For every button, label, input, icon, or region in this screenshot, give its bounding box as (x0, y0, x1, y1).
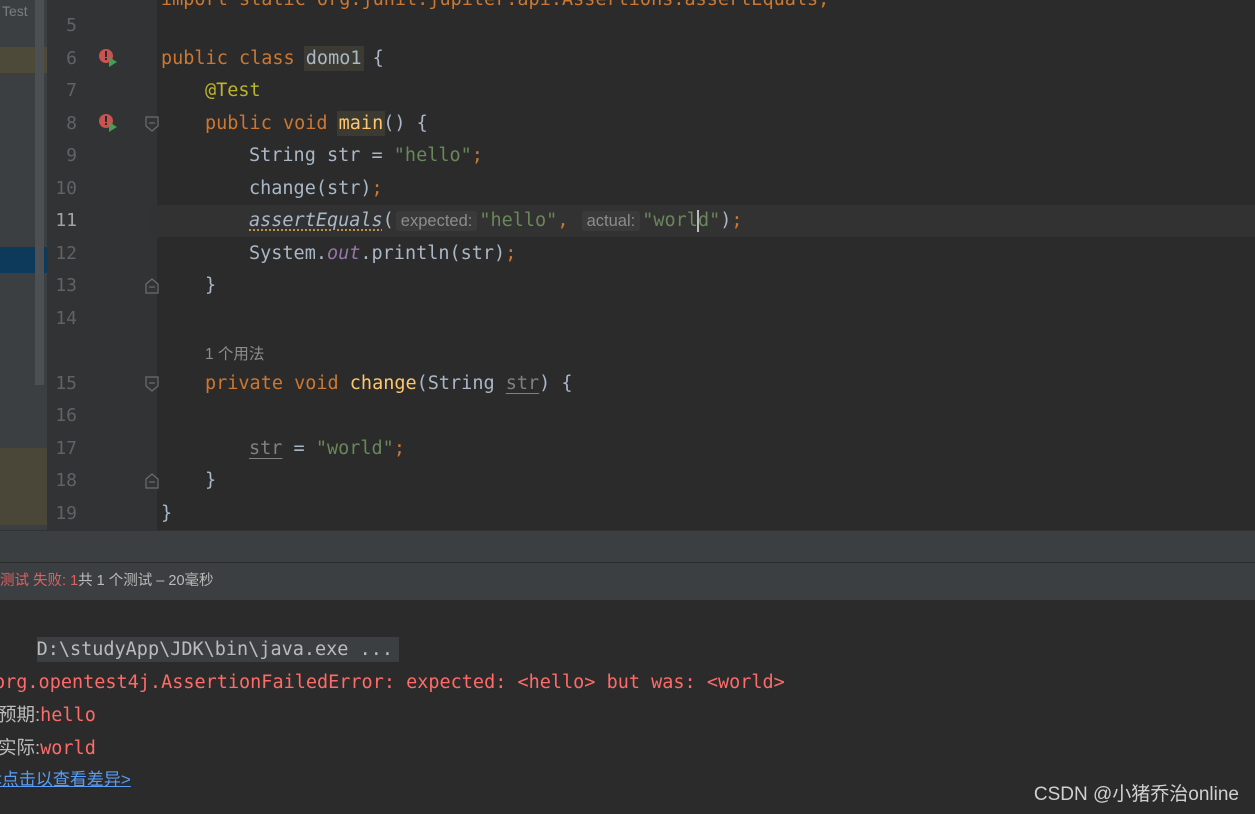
error-message: org.opentest4j.AssertionFailedError: exp… (0, 672, 785, 693)
param-hint-expected: expected: (395, 211, 478, 231)
fold-icon[interactable] (144, 376, 160, 392)
string-literal: "hello" (479, 210, 558, 231)
watermark: CSDN @小猪乔治online (1033, 784, 1239, 805)
code-line: 19 } (0, 498, 1255, 530)
annotation: @Test (205, 80, 261, 101)
console-line: 实际:world (0, 732, 96, 765)
line-number: 16 (55, 405, 77, 426)
method-name[interactable]: main (338, 113, 384, 134)
test-summary: 共 1 个测试 – 20毫秒 (78, 573, 214, 589)
semicolon: ; (471, 145, 483, 166)
test-status-bar: 测试 失败: 1共 1 个测试 – 20毫秒 (0, 562, 1255, 601)
actual-label: 实际: (0, 737, 41, 758)
line-number: 18 (55, 470, 77, 491)
code-text: () { (383, 113, 428, 134)
view-diff-link[interactable]: <点击以查看差异> (0, 770, 131, 789)
console-line: 预期:hello (0, 699, 96, 732)
code-text: ) { (539, 373, 573, 394)
code-text: String str = (249, 145, 394, 166)
line-number: 19 (55, 503, 77, 524)
string-literal: d" (697, 210, 721, 231)
code-line: 9 String str = "hello"; (0, 140, 1255, 172)
test-failed-label: 测试 失败: 1 (0, 573, 79, 589)
expected-value: hello (40, 705, 96, 726)
line-number: 6 (66, 48, 77, 69)
code-text: change(str) (249, 178, 372, 199)
method-name[interactable]: change (350, 373, 417, 394)
code-text: = (282, 438, 316, 459)
code-line: 18 } (0, 465, 1255, 497)
semicolon: ; (393, 438, 405, 459)
run-toolbar[interactable] (0, 530, 1255, 563)
code-line: 17 str = "world"; (0, 433, 1255, 465)
semicolon: ; (731, 210, 743, 231)
expected-label: 预期: (0, 704, 41, 725)
actual-value: world (40, 738, 96, 759)
code-editor[interactable]: Test import static org.junit.jupiter.api… (0, 0, 1255, 530)
parameter: str (249, 438, 283, 459)
semicolon: ; (505, 243, 517, 264)
line-number: 17 (55, 438, 77, 459)
code-text: .println(str) (360, 243, 506, 264)
string-literal: "world" (315, 438, 394, 459)
code-line: 5 (0, 10, 1255, 42)
code-text: } (205, 275, 217, 296)
line-number: 12 (55, 243, 77, 264)
code-text: ) (720, 210, 732, 231)
fold-end-icon[interactable] (144, 278, 160, 294)
semicolon: ; (371, 178, 383, 199)
code-line: 15 private void change(String str) { (0, 368, 1255, 400)
code-line-current: 11 assertEquals(expected: "hello", actual… (0, 205, 1255, 237)
run-test-error-icon[interactable] (97, 47, 119, 69)
line-number: 11 (55, 210, 77, 231)
code-text: } (161, 503, 173, 524)
parameter: str (505, 373, 540, 394)
keyword: public void (205, 113, 339, 134)
line-number: 9 (66, 145, 77, 166)
code-text: (String (416, 373, 506, 394)
command-line[interactable]: D:\studyApp\JDK\bin\java.exe ... (36, 637, 399, 662)
code-line: 12 System.out.println(str); (0, 238, 1255, 270)
method-call[interactable]: assertEquals (249, 210, 383, 231)
code-text: ( (382, 210, 394, 231)
line-number: 13 (55, 275, 77, 296)
keyword: private void (205, 373, 350, 394)
run-test-error-icon[interactable] (97, 112, 119, 134)
code-line: 13 } (0, 270, 1255, 302)
fold-end-icon[interactable] (144, 473, 160, 489)
line-number: 15 (55, 373, 77, 394)
keyword: public class (161, 48, 306, 69)
static-field: out (326, 243, 361, 264)
code-line: 14 (0, 303, 1255, 335)
code-line: 16 (0, 400, 1255, 432)
line-number: 7 (66, 80, 77, 101)
string-literal: "hello" (393, 145, 472, 166)
line-number: 5 (66, 15, 77, 36)
code-line: 6 public class domo1 { (0, 43, 1255, 75)
class-name[interactable]: domo1 (305, 48, 362, 69)
console-line: <点击以查看差异> (0, 764, 131, 796)
usages-hint[interactable]: 1 个用法 (205, 342, 264, 364)
code-text: { (361, 48, 384, 69)
code-text: System. (249, 243, 327, 264)
code-line: 10 change(str); (0, 173, 1255, 205)
comma: , (557, 210, 569, 231)
line-number: 10 (55, 178, 77, 199)
line-number: 14 (55, 308, 77, 329)
code-line: 7 @Test (0, 75, 1255, 107)
code-line: 8 public void main() { (0, 108, 1255, 140)
fold-icon[interactable] (144, 116, 160, 132)
string-literal: "worl (642, 210, 698, 231)
param-hint-actual: actual: (581, 211, 641, 231)
line-number: 8 (66, 113, 77, 134)
code-text: } (205, 470, 217, 491)
